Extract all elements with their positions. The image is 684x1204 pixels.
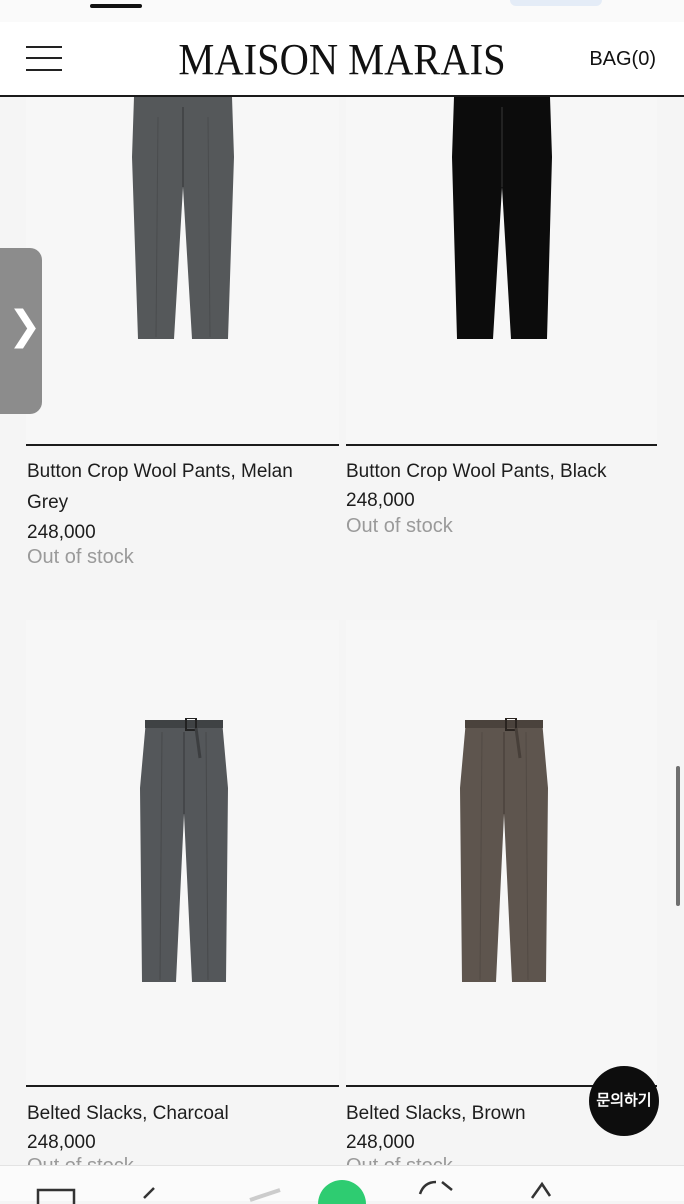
product-divider: [346, 444, 657, 446]
chevron-right-icon: ❯: [8, 304, 42, 348]
tab-indicator: [90, 4, 142, 8]
address-bar[interactable]: [510, 0, 602, 6]
product-image[interactable]: [26, 620, 339, 1086]
product-divider: [26, 1085, 339, 1087]
browser-toolbar: [0, 1165, 684, 1204]
product-name[interactable]: Button Crop Wool Pants, Melan Grey: [27, 456, 293, 518]
refresh-icon[interactable]: [416, 1178, 460, 1202]
tabs-icon[interactable]: [36, 1184, 76, 1204]
pants-image: [140, 718, 228, 982]
product-name[interactable]: Belted Slacks, Charcoal: [27, 1098, 229, 1129]
share-icon[interactable]: [526, 1178, 556, 1202]
side-panel-handle[interactable]: ❯: [0, 248, 42, 414]
product-price: 248,000: [346, 490, 415, 511]
chat-inquiry-button[interactable]: 문의하기: [589, 1066, 659, 1136]
scrollbar[interactable]: [676, 766, 680, 906]
brand-logo[interactable]: MAISON MARAIS: [27, 34, 656, 85]
product-name[interactable]: Button Crop Wool Pants, Black: [346, 456, 607, 487]
product-image[interactable]: [346, 97, 657, 445]
product-price: 248,000: [346, 1132, 415, 1153]
product-divider: [26, 444, 339, 446]
product-price: 248,000: [27, 522, 96, 543]
product-image[interactable]: [346, 620, 657, 1086]
site-header: MAISON MARAIS BAG(0): [0, 22, 684, 97]
pants-image: [132, 97, 234, 339]
product-image[interactable]: [26, 97, 339, 445]
product-price: 248,000: [27, 1132, 96, 1153]
product-name[interactable]: Belted Slacks, Brown: [346, 1098, 526, 1129]
stock-status: Out of stock: [346, 515, 453, 537]
pants-image: [460, 718, 548, 982]
back-icon[interactable]: [136, 1184, 160, 1204]
bag-link[interactable]: BAG(0): [589, 48, 656, 71]
stock-status: Out of stock: [27, 546, 134, 568]
browser-top-strip: [0, 0, 684, 22]
pants-image: [452, 97, 552, 339]
